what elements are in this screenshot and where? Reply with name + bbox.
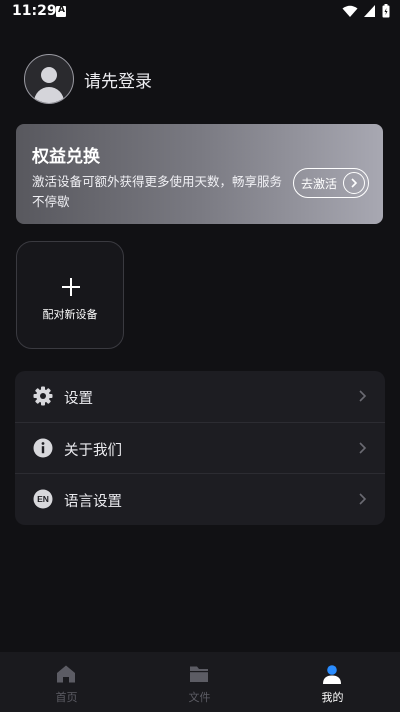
login-prompt[interactable]: 请先登录 bbox=[84, 67, 152, 92]
pair-new-device-button[interactable]: 配对新设备 bbox=[16, 241, 124, 349]
nav-item-home[interactable]: 首页 bbox=[0, 652, 133, 712]
menu-item-language-settings[interactable]: EN 语言设置 bbox=[15, 473, 385, 525]
status-icons bbox=[342, 4, 390, 18]
activate-button[interactable]: 去激活 bbox=[293, 168, 369, 198]
plus-icon bbox=[62, 278, 80, 296]
menu-item-settings[interactable]: 设置 bbox=[15, 371, 385, 422]
activate-button-label: 去激活 bbox=[300, 176, 337, 191]
chevron-right-circle-icon bbox=[343, 172, 365, 194]
settings-menu: 设置 关于我们 EN 语言设置 bbox=[15, 371, 385, 525]
cell-signal-icon bbox=[364, 5, 375, 17]
benefit-redeem-card[interactable]: 权益兑换 激活设备可额外获得更多使用天数，畅享服务不停歇 去激活 bbox=[16, 124, 383, 224]
chevron-right-icon bbox=[359, 442, 367, 454]
nav-label: 文件 bbox=[188, 691, 211, 704]
language-en-icon: EN bbox=[33, 489, 53, 509]
person-icon bbox=[323, 665, 341, 684]
avatar-body-shape bbox=[34, 87, 64, 103]
bottom-nav: 首页 文件 我的 bbox=[0, 652, 400, 712]
nav-label: 首页 bbox=[55, 691, 78, 704]
gear-icon bbox=[33, 386, 53, 406]
wifi-icon bbox=[342, 5, 358, 17]
menu-item-about-us[interactable]: 关于我们 bbox=[15, 422, 385, 474]
info-icon bbox=[33, 438, 53, 458]
avatar[interactable] bbox=[24, 54, 74, 104]
notification-icon bbox=[56, 5, 66, 17]
folder-icon bbox=[190, 666, 208, 682]
svg-text:EN: EN bbox=[37, 494, 49, 504]
status-time: 11:29 bbox=[12, 3, 57, 19]
nav-item-mine[interactable]: 我的 bbox=[266, 652, 399, 712]
avatar-head-shape bbox=[41, 67, 57, 83]
home-icon bbox=[57, 665, 75, 683]
benefit-description: 激活设备可额外获得更多使用天数，畅享服务不停歇 bbox=[32, 174, 283, 209]
profile-header[interactable]: 请先登录 bbox=[24, 54, 152, 104]
nav-item-files[interactable]: 文件 bbox=[133, 652, 266, 712]
menu-item-label: 关于我们 bbox=[64, 443, 122, 459]
battery-icon bbox=[382, 4, 390, 18]
chevron-right-icon bbox=[359, 390, 367, 402]
status-bar: 11:29 bbox=[0, 0, 400, 24]
nav-label: 我的 bbox=[321, 691, 344, 704]
benefit-title: 权益兑换 bbox=[32, 147, 100, 167]
chevron-right-icon bbox=[359, 493, 367, 505]
menu-item-label: 设置 bbox=[64, 391, 93, 407]
menu-item-label: 语言设置 bbox=[64, 494, 122, 510]
pair-new-device-label: 配对新设备 bbox=[42, 308, 98, 321]
